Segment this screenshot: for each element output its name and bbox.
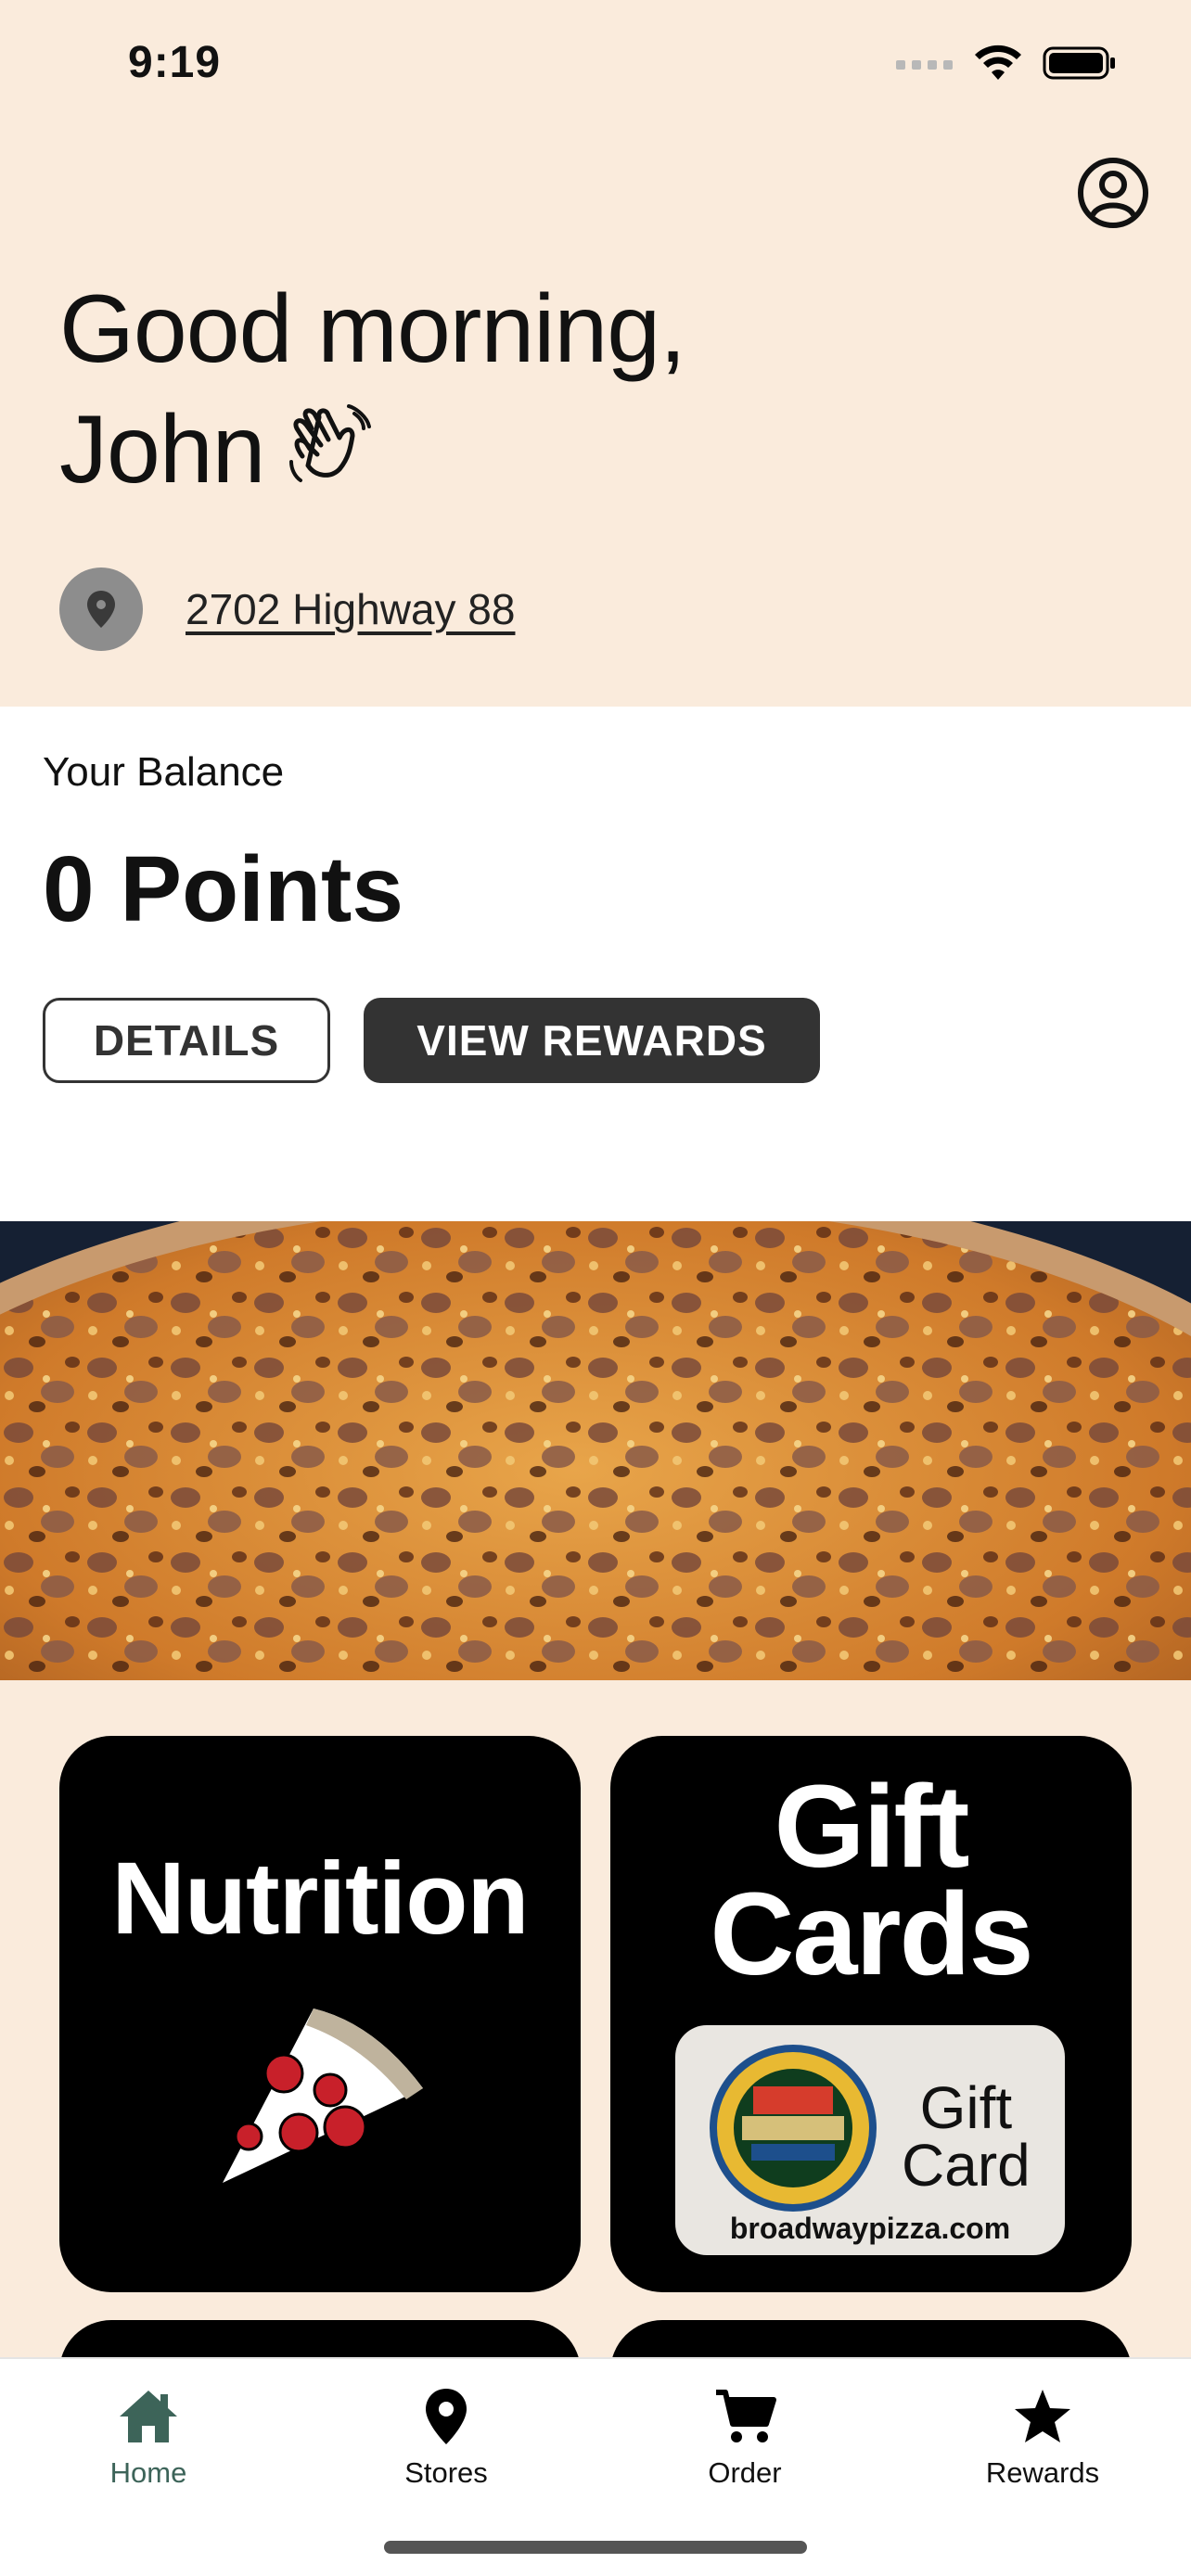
nutrition-title: Nutrition [111, 1842, 529, 1956]
map-pin-icon [87, 591, 115, 628]
waving-hand-icon [284, 397, 373, 517]
star-icon [1015, 2390, 1070, 2442]
status-icons [896, 45, 1117, 82]
nutrition-tile[interactable]: Nutrition [59, 1736, 581, 2292]
tab-order-label: Order [708, 2456, 782, 2489]
gift-card-word-line2: Card [902, 2132, 1031, 2199]
tab-order[interactable]: Order [652, 2387, 838, 2490]
tile-row2-right[interactable] [610, 2320, 1132, 2357]
tiles-grid: Nutrition Gift Cards Gift Card broadwayp… [0, 1680, 1191, 2357]
balance-section: Your Balance 0 Points DETAILS VIEW REWAR… [0, 707, 1191, 1221]
user-circle-icon [1078, 158, 1148, 228]
broadway-pizza-logo [710, 2045, 877, 2212]
profile-button[interactable] [1076, 156, 1150, 230]
tab-rewards[interactable]: Rewards [950, 2387, 1135, 2490]
tab-home[interactable]: Home [56, 2387, 241, 2490]
gift-card-word: Gift Card [902, 2074, 1031, 2199]
gift-card-image: Gift Card broadwaypizza.com [675, 2025, 1065, 2255]
gift-cards-tile[interactable]: Gift Cards Gift Card broadwaypizza.com [610, 1736, 1132, 2292]
gift-card-word-line1: Gift [919, 2074, 1013, 2141]
home-icon [120, 2391, 177, 2442]
greeting: Good morning, John [59, 269, 686, 517]
tab-stores-label: Stores [404, 2456, 488, 2489]
header: 9:19 Good morning, John 2702 Highway 88 [0, 0, 1191, 707]
pizza-slice-icon [223, 2009, 423, 2183]
view-rewards-button[interactable]: VIEW REWARDS [364, 998, 820, 1083]
gift-cards-title: Gift Cards [610, 1761, 1132, 1999]
user-name: John [59, 396, 266, 504]
map-pin-icon [426, 2389, 467, 2444]
gift-cards-title-line2: Cards [710, 1868, 1033, 1999]
status-time: 9:19 [128, 38, 222, 87]
tile-row2-left[interactable] [59, 2320, 581, 2357]
signal-icon [896, 60, 953, 70]
cart-icon [716, 2390, 776, 2442]
store-address-link[interactable]: 2702 Highway 88 [186, 584, 515, 634]
points-balance: 0 Points [43, 837, 403, 941]
tab-rewards-label: Rewards [985, 2456, 1100, 2489]
status-bar: 9:19 [0, 0, 1191, 139]
gift-cards-title-line1: Gift [774, 1761, 970, 1892]
tab-stores[interactable]: Stores [353, 2387, 539, 2490]
location-badge [59, 567, 143, 651]
greeting-line1: Good morning, [59, 275, 686, 383]
battery-icon [1043, 46, 1115, 80]
balance-label: Your Balance [43, 749, 285, 795]
details-button[interactable]: DETAILS [43, 998, 330, 1083]
gift-card-url: broadwaypizza.com [729, 2212, 1011, 2245]
greeting-line2: John [59, 389, 685, 517]
location-row[interactable]: 2702 Highway 88 [59, 567, 515, 651]
tab-home-label: Home [109, 2456, 187, 2489]
wifi-icon [975, 45, 1021, 80]
home-indicator [384, 2541, 807, 2554]
pizza-hero-image [0, 1221, 1191, 1680]
